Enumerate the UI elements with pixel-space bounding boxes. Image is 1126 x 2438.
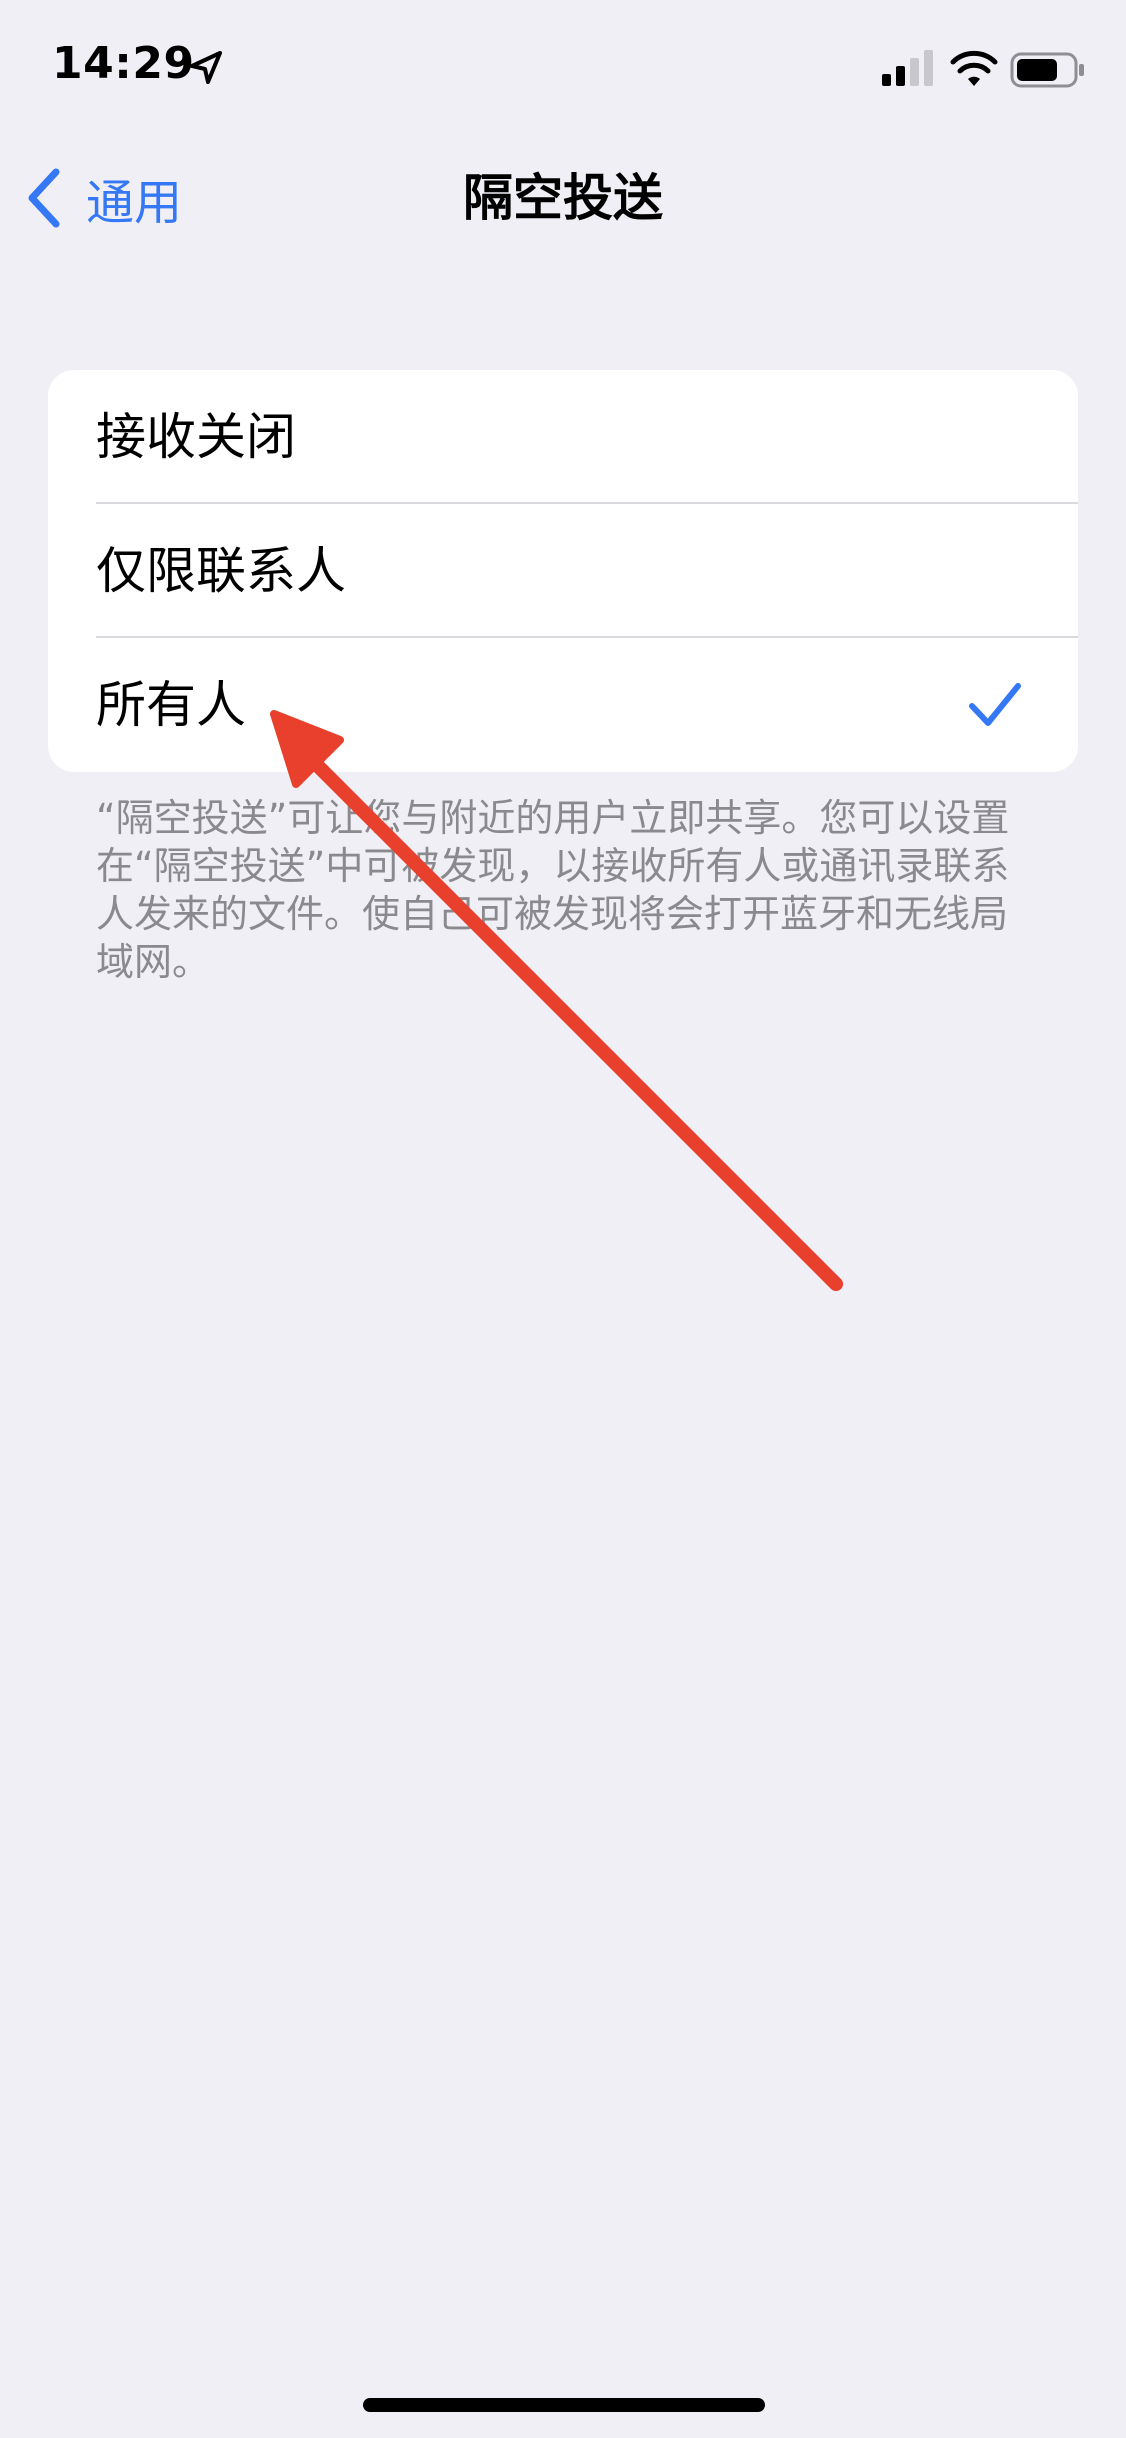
option-receiving-off[interactable]: 接收关闭: [48, 370, 1078, 504]
status-bar: 14:29: [0, 0, 1126, 140]
back-button[interactable]: 通用: [24, 160, 182, 236]
checkmark-icon: [969, 683, 1021, 726]
option-label: 接收关闭: [96, 408, 296, 466]
wifi-icon: [950, 50, 998, 86]
option-everyone[interactable]: 所有人: [48, 638, 1078, 772]
battery-icon: [1010, 52, 1084, 88]
option-contacts-only[interactable]: 仅限联系人: [48, 504, 1078, 638]
red-arrow-annotation-icon: [270, 710, 843, 1291]
option-label: 所有人: [96, 676, 246, 734]
back-button-label: 通用: [86, 175, 183, 231]
option-label: 仅限联系人: [96, 542, 346, 600]
cellular-signal-icon: [882, 50, 933, 86]
chevron-left-icon: [28, 168, 60, 228]
location-arrow-icon: [190, 51, 222, 84]
home-indicator[interactable]: [363, 2398, 765, 2412]
status-time: 14:29: [52, 38, 195, 89]
section-footer-text: “隔空投送”可让您与附近的用户立即共享。您可以设置在“隔空投送”中可被发现，以接…: [96, 796, 1010, 984]
airdrop-options-list: 接收关闭 仅限联系人 所有人: [48, 370, 1078, 772]
